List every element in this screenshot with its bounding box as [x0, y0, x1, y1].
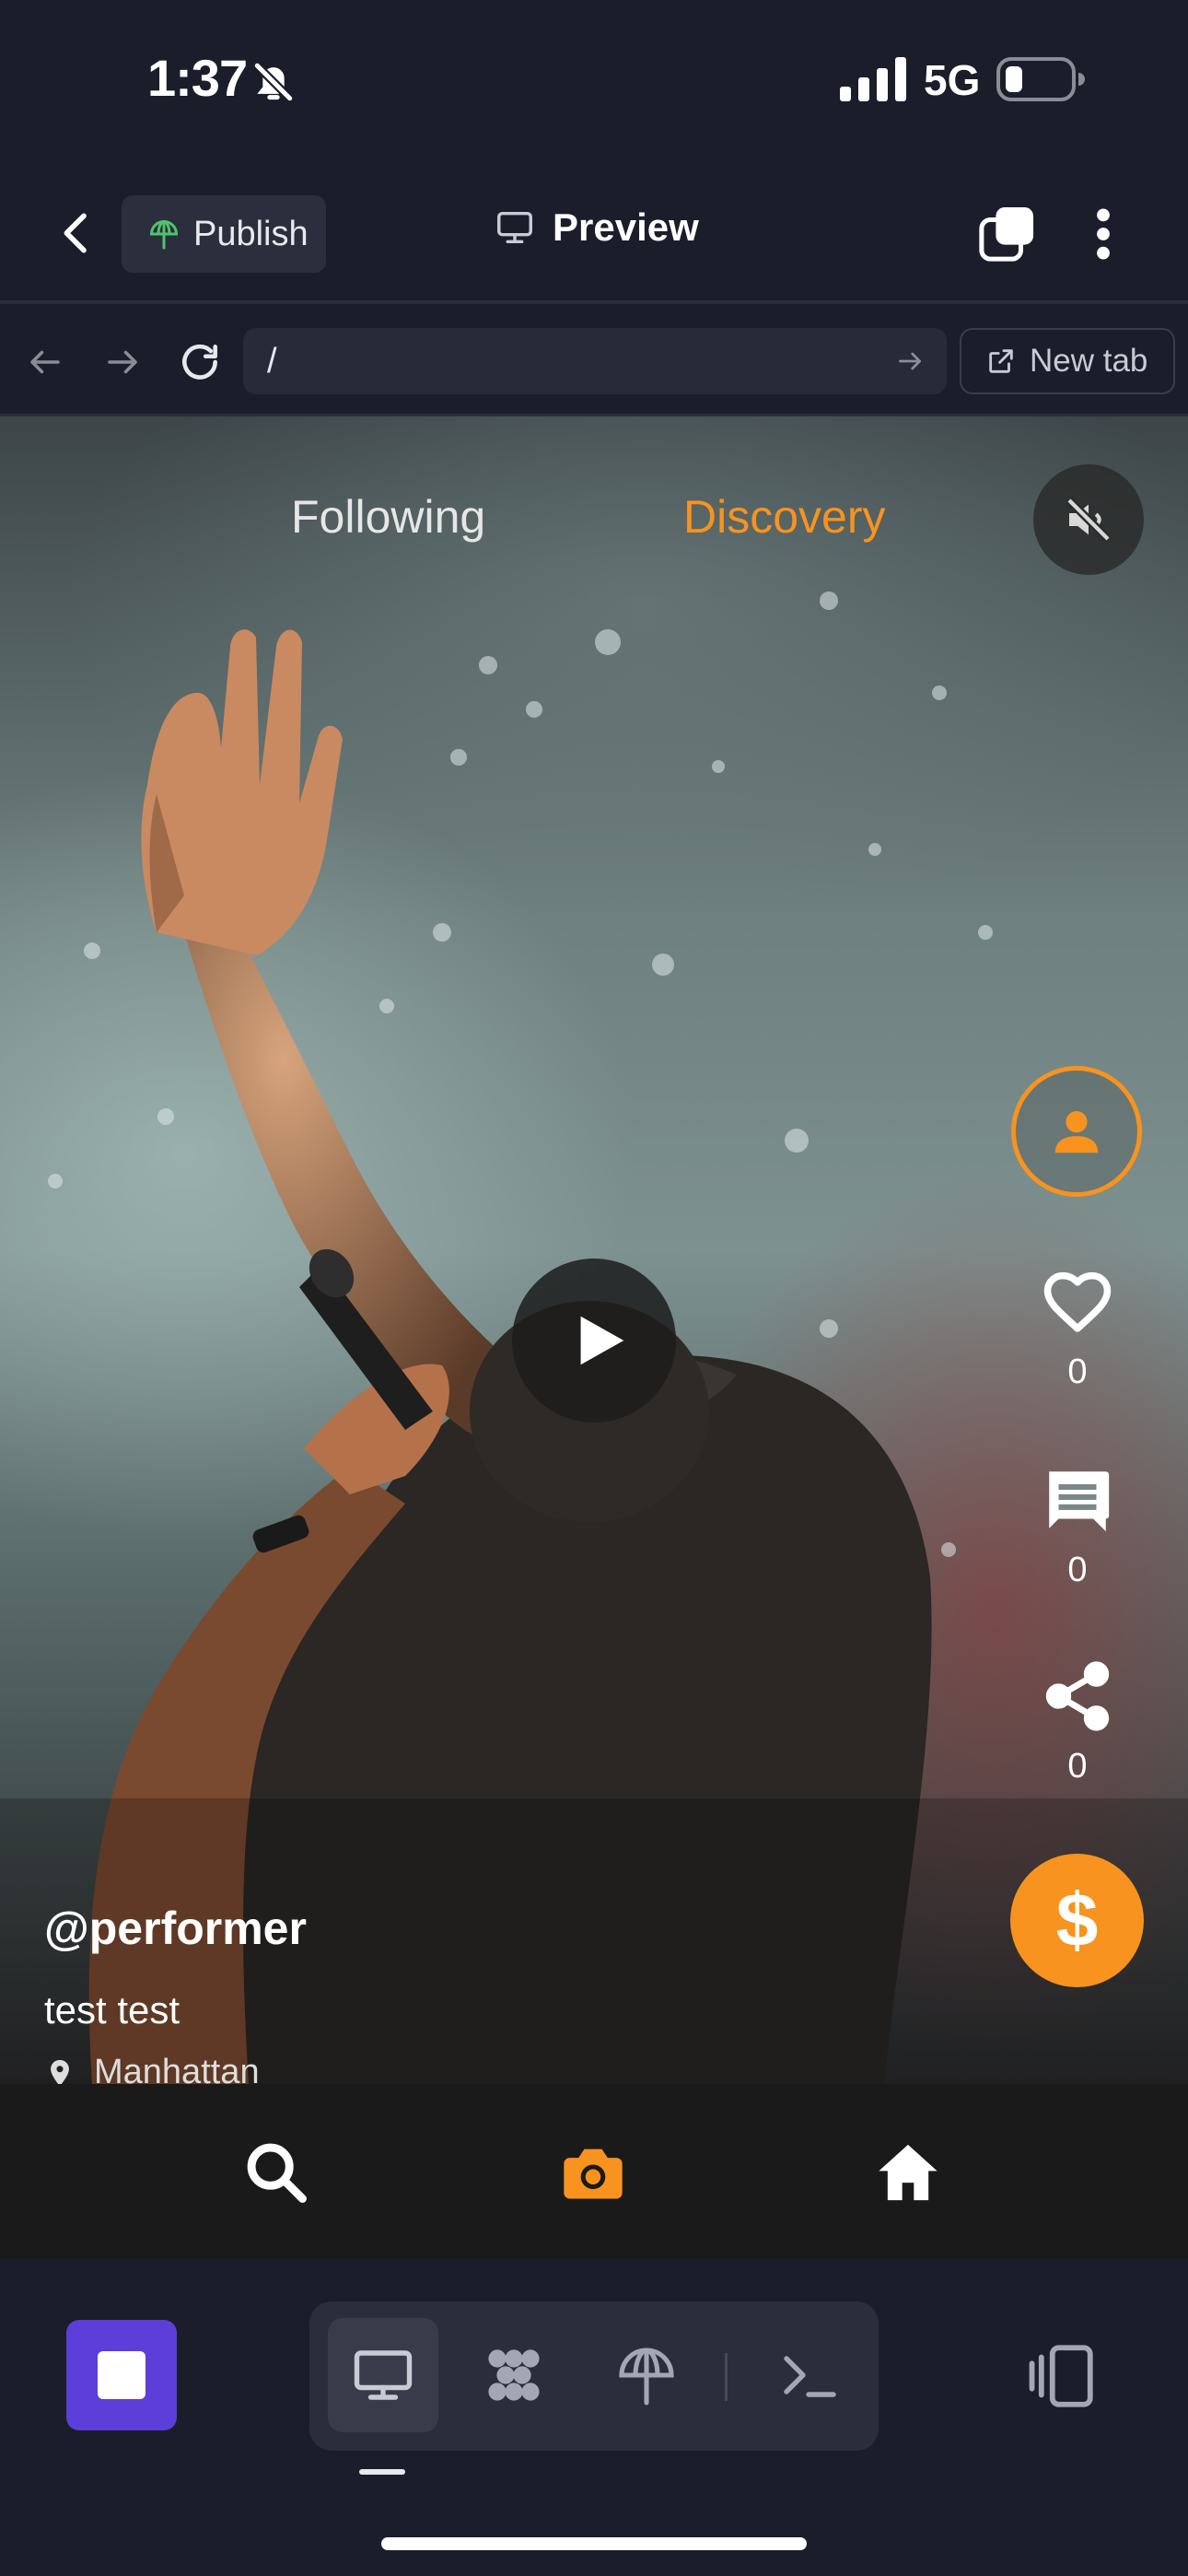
- tab-discovery[interactable]: Discovery: [683, 490, 885, 544]
- more-vertical-icon[interactable]: [1087, 205, 1120, 263]
- camera-icon[interactable]: [558, 2137, 628, 2207]
- terminal-icon: [784, 2356, 836, 2397]
- tool-group: [309, 2301, 879, 2451]
- deploy-icon: [619, 2348, 674, 2406]
- url-text: /: [267, 341, 277, 381]
- page-title: Preview: [494, 205, 699, 250]
- like-count: 0: [1067, 1352, 1088, 1391]
- stop-icon: [98, 2351, 146, 2399]
- arrow-left-icon[interactable]: [26, 343, 64, 381]
- play-icon: [580, 1316, 624, 1365]
- new-tab-button[interactable]: New tab: [960, 328, 1175, 394]
- desktop-icon: [354, 2350, 413, 2400]
- author-name[interactable]: @performer: [44, 1902, 307, 1955]
- search-icon[interactable]: [241, 2137, 311, 2207]
- person-icon: [1054, 1111, 1099, 1153]
- tool-divider: [725, 2353, 728, 2401]
- tool-grid[interactable]: [459, 2318, 569, 2432]
- post-location: Manhattan: [44, 2053, 260, 2084]
- comment-icon[interactable]: [1040, 1462, 1115, 1538]
- publish-button[interactable]: Publish: [122, 195, 326, 273]
- deploy-icon: [149, 219, 179, 250]
- ide-toolbar: [0, 2259, 1188, 2576]
- comment-count: 0: [1067, 1551, 1088, 1589]
- chevron-left-icon[interactable]: [52, 207, 103, 259]
- go-arrow-icon[interactable]: [895, 346, 925, 376]
- share-count: 0: [1067, 1747, 1088, 1786]
- new-tab-label: New tab: [1030, 343, 1148, 379]
- like-action: 0: [1022, 1264, 1133, 1392]
- tip-button[interactable]: $: [1010, 1854, 1144, 1987]
- volume-off-icon: [1066, 497, 1112, 543]
- arrow-right-icon[interactable]: [103, 343, 142, 381]
- location-text: Manhattan: [94, 2053, 260, 2084]
- preview-header: Publish Preview: [0, 161, 1188, 304]
- tool-deploy[interactable]: [591, 2318, 702, 2432]
- external-link-icon: [989, 349, 1013, 373]
- mute-button[interactable]: [1033, 464, 1144, 575]
- tab-following[interactable]: Following: [291, 490, 485, 544]
- tool-desktop[interactable]: [328, 2318, 438, 2432]
- browser-bar: / New tab: [0, 308, 1188, 416]
- video-frame: [0, 591, 1188, 2084]
- reload-icon[interactable]: [177, 339, 223, 385]
- status-time: 1:37: [147, 49, 248, 107]
- heart-icon[interactable]: [1040, 1264, 1115, 1340]
- share-icon[interactable]: [1040, 1658, 1115, 1734]
- stop-button[interactable]: [66, 2320, 177, 2430]
- share-action: 0: [1022, 1658, 1133, 1786]
- split-view-icon[interactable]: [1024, 2338, 1100, 2414]
- status-bar: 1:37 5G: [0, 0, 1188, 161]
- url-input[interactable]: /: [243, 328, 947, 394]
- comment-action: 0: [1022, 1462, 1133, 1590]
- monitor-icon: [497, 211, 532, 244]
- video-player[interactable]: Following Discovery 0 0 0 $ @performer t…: [0, 416, 1188, 2084]
- location-pin-icon: [51, 2059, 69, 2084]
- bell-slash-icon: [252, 61, 295, 103]
- home-indicator[interactable]: [381, 2537, 807, 2550]
- grid-icon: [488, 2349, 540, 2401]
- active-tool-indicator: [359, 2469, 405, 2475]
- avatar[interactable]: [1011, 1066, 1142, 1197]
- post-caption: test test: [44, 1988, 181, 2032]
- network-label: 5G: [924, 56, 981, 104]
- tool-terminal[interactable]: [753, 2318, 864, 2432]
- app-bottom-nav: [0, 2084, 1188, 2259]
- signal-icon: [840, 57, 906, 101]
- play-button[interactable]: [512, 1259, 676, 1423]
- page-title-text: Preview: [553, 205, 699, 249]
- home-icon[interactable]: [873, 2137, 943, 2207]
- battery-icon: [996, 57, 1085, 101]
- tabs-icon[interactable]: [978, 205, 1035, 263]
- publish-label: Publish: [193, 214, 309, 253]
